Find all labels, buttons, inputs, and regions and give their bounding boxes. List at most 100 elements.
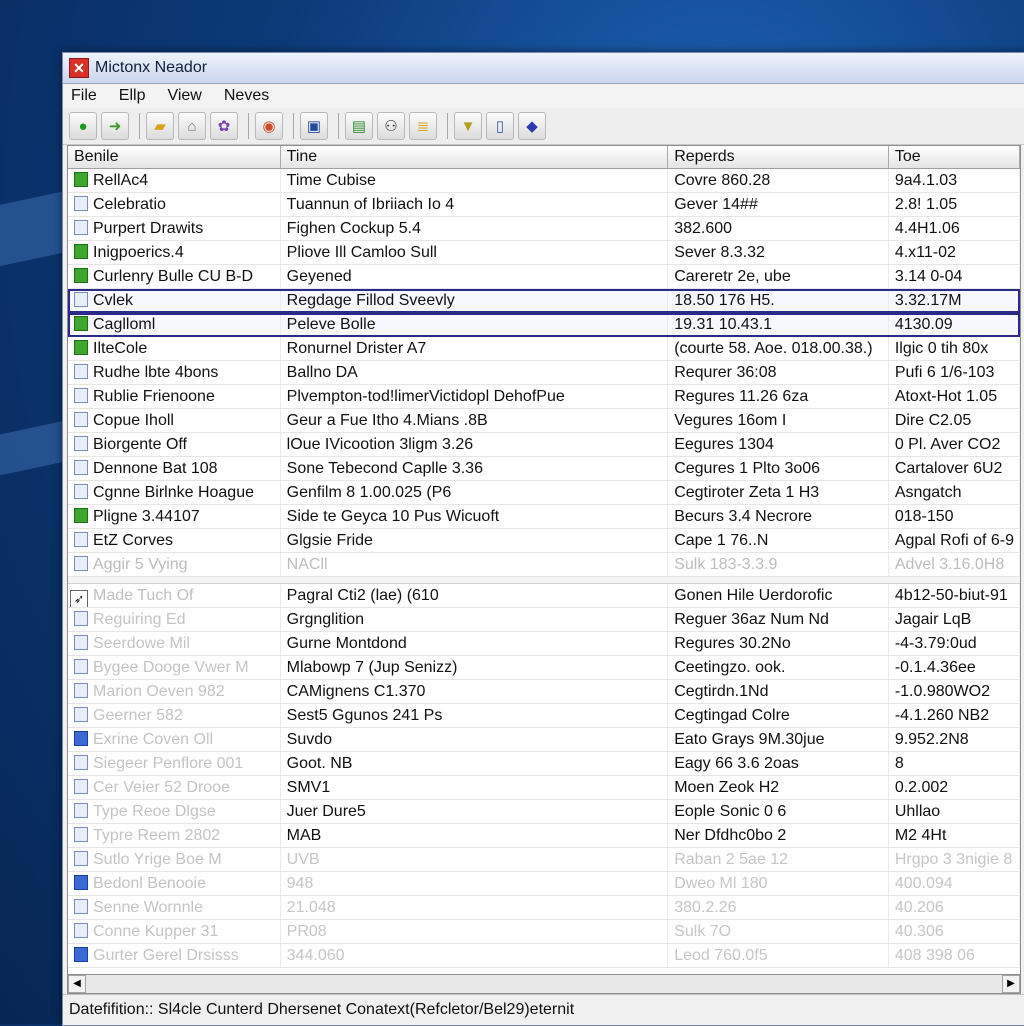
table-row[interactable]: Inigpoerics.4 Pliove Ill Camloo Sull Sever… xyxy=(68,241,1020,265)
app-logo-icon: ✕ xyxy=(69,58,89,78)
table-row[interactable]: Type Reoe Dlgse Juer Dure5 Eople Sonic 0 6… xyxy=(68,800,1020,824)
table-row[interactable]: Siegeer Penflore 001 Goot. NB Eagy 66 3.6 … xyxy=(68,752,1020,776)
section-header-row[interactable]: ➶ Made Tuch Of Pagral Cti2 (lae) (610 Gon… xyxy=(68,584,1020,608)
cell-records: Cegtiroter Zeta 1 H3 xyxy=(668,481,889,504)
cell-name-text: Aggir 5 Vying xyxy=(93,556,188,573)
cell-name: Type Reoe Dlgse xyxy=(68,800,281,823)
file-icon xyxy=(74,292,88,307)
column-header-row: Benile Tine Reperds Toe xyxy=(68,146,1020,169)
cell-records: Regures 11.26 6za xyxy=(668,385,889,408)
cell-type: 2.8! 1.05 xyxy=(889,193,1020,216)
browser-icon[interactable]: ◉ xyxy=(255,112,283,140)
document-icon[interactable]: ▯ xyxy=(486,112,514,140)
pin-icon[interactable]: ➶ xyxy=(70,590,88,607)
table-row[interactable]: Reguiring Ed Grgnglition Reguer 36az Num N… xyxy=(68,608,1020,632)
scroll-right-icon[interactable]: ▶ xyxy=(1002,975,1020,993)
table-row[interactable]: Caglloml Peleve Bolle 19.31 10.43.1 4130.09 xyxy=(68,313,1020,337)
cell-time: Regdage Fillod Sveevly xyxy=(281,289,669,312)
home-icon[interactable]: ⌂ xyxy=(178,112,206,140)
cell-time: Mlabowp 7 (Jup Senizz) xyxy=(281,656,669,679)
cell-name-text: Reguiring Ed xyxy=(93,611,186,628)
column-header-time[interactable]: Tine xyxy=(281,146,669,168)
table-row[interactable]: Cvlek Regdage Fillod Sveevly 18.50 176 H5.… xyxy=(68,289,1020,313)
cell-time: Grgnglition xyxy=(281,608,669,631)
cell-name: Senne Wornnle xyxy=(68,896,281,919)
file-icon xyxy=(74,635,88,650)
column-header-type[interactable]: Toe xyxy=(889,146,1020,168)
cell-records: Cegures 1 Plto 3o06 xyxy=(668,457,889,480)
table-row[interactable]: Bedonl Benooie 948 Dweo Ml 180 400.094 xyxy=(68,872,1020,896)
bookmark-icon[interactable]: ◆ xyxy=(518,112,546,140)
table-row[interactable]: Senne Wornnle 21.048 380.2.26 40.206 xyxy=(68,896,1020,920)
file-list[interactable]: Benile Tine Reperds Toe RellAc4 Time Cubi… xyxy=(67,145,1021,975)
table-row[interactable]: Sutlo Yrige Boe M UVB Raban 2 5ae 12 Hrgpo … xyxy=(68,848,1020,872)
table-row[interactable]: Typre Reem 2802 MAB Ner Dfdhc0bo 2 M2 4Ht xyxy=(68,824,1020,848)
cell-name-text: Gurter Gerel Drsisss xyxy=(93,947,239,964)
toolbar: ● ➜ ▰ ⌂ ✿ ◉ ▣ ▤ ⚇ ≣ ▼ ▯ ◆ xyxy=(63,108,1024,145)
filter-icon[interactable]: ▼ xyxy=(454,112,482,140)
go-icon[interactable]: ● xyxy=(69,112,97,140)
cell-type: 40.306 xyxy=(889,920,1020,943)
table-row[interactable]: Aggir 5 Vying NACll Sulk 183-3.3.9 Advel 3.… xyxy=(68,553,1020,577)
column-header-name[interactable]: Benile xyxy=(68,146,281,168)
cell-name: IlteCole xyxy=(68,337,281,360)
table-row[interactable]: Marion Oeven 982 CAMignens C1.370 Cegtirdn… xyxy=(68,680,1020,704)
table-row[interactable]: Biorgente Off lOue IVicootion 3ligm 3.26 E… xyxy=(68,433,1020,457)
table-row[interactable]: Gurter Gerel Drsisss 344.060 Leod 760.0f5 4… xyxy=(68,944,1020,968)
table-row[interactable]: Bygee Dooge Vwer M Mlabowp 7 (Jup Senizz)… xyxy=(68,656,1020,680)
table-row[interactable]: IlteCole Ronurnel Drister A7 (courte 58. A… xyxy=(68,337,1020,361)
menu-news[interactable]: Neves xyxy=(224,87,269,105)
table-row[interactable]: Dennone Bat 108 Sone Tebecond Caplle 3.36… xyxy=(68,457,1020,481)
cell-type: 8 xyxy=(889,752,1020,775)
file-icon xyxy=(74,220,88,235)
title-bar[interactable]: ✕ Mictonx Neador xyxy=(63,53,1024,84)
cell-time: Pliove Ill Camloo Sull xyxy=(281,241,669,264)
horizontal-scrollbar[interactable]: ◀ ▶ xyxy=(67,975,1021,994)
table-row[interactable]: Rudhe lbte 4bons Ballno DA Requrer 36:08 Pu… xyxy=(68,361,1020,385)
cell-records: (courte 58. Aoe. 018.00.38.) xyxy=(668,337,889,360)
table-row[interactable]: Celebratio Tuannun of Ibriiach Io 4 Gever … xyxy=(68,193,1020,217)
folder-icon[interactable]: ▰ xyxy=(146,112,174,140)
forward-icon[interactable]: ➜ xyxy=(101,112,129,140)
scroll-left-icon[interactable]: ◀ xyxy=(68,975,86,993)
user-icon[interactable]: ⚇ xyxy=(377,112,405,140)
cell-time: Time Cubise xyxy=(281,169,669,192)
cell-name: Rublie Frienoone xyxy=(68,385,281,408)
image-icon[interactable]: ▤ xyxy=(345,112,373,140)
table-row[interactable]: Seerdowe Mil Gurne Montdond Regures 30.2No… xyxy=(68,632,1020,656)
table-row[interactable]: RellAc4 Time Cubise Covre 860.28 9a4.1.03 xyxy=(68,169,1020,193)
table-row[interactable]: Rublie Frienoone Plvempton-tod!limerVicti… xyxy=(68,385,1020,409)
cell-name: Conne Kupper 31 xyxy=(68,920,281,943)
notes-icon[interactable]: ≣ xyxy=(409,112,437,140)
cell-records: Reguer 36az Num Nd xyxy=(668,608,889,631)
menu-help[interactable]: Ellp xyxy=(119,87,146,105)
cell-name: Aggir 5 Vying xyxy=(68,553,281,576)
cell-records: Requrer 36:08 xyxy=(668,361,889,384)
cell-type: Ilgic 0 tih 80x xyxy=(889,337,1020,360)
cell-time: CAMignens C1.370 xyxy=(281,680,669,703)
table-row[interactable]: Cer Veier 52 Drooe SMV1 Moen Zeok H2 0.2.00… xyxy=(68,776,1020,800)
table-row[interactable]: Exrine Coven Oll Suvdo Eato Grays 9M.30jue… xyxy=(68,728,1020,752)
table-row[interactable]: Curlenry Bulle CU B-D Geyened Careretr 2e,… xyxy=(68,265,1020,289)
table-row[interactable]: Conne Kupper 31 PR08 Sulk 7O 40.306 xyxy=(68,920,1020,944)
menu-view[interactable]: View xyxy=(167,87,201,105)
cell-time: Geyened xyxy=(281,265,669,288)
settings-icon[interactable]: ✿ xyxy=(210,112,238,140)
table-row[interactable]: Geerner 582 Sest5 Ggunos 241 Ps Cegtingad … xyxy=(68,704,1020,728)
cell-name-text: Marion Oeven 982 xyxy=(93,683,225,700)
cell-time: Tuannun of Ibriiach Io 4 xyxy=(281,193,669,216)
cell-name: Reguiring Ed xyxy=(68,608,281,631)
table-row[interactable]: Copue Iholl Geur a Fue Itho 4.Mians .8B Ve… xyxy=(68,409,1020,433)
cell-records: Sulk 7O xyxy=(668,920,889,943)
menu-file[interactable]: File xyxy=(71,87,97,105)
file-icon xyxy=(74,659,88,674)
monitor-icon[interactable]: ▣ xyxy=(300,112,328,140)
cell-time: Peleve Bolle xyxy=(281,313,669,336)
table-row[interactable]: EtZ Corves Glgsie Fride Cape 1 76..N Agpal … xyxy=(68,529,1020,553)
table-row[interactable]: Cgnne Birlnke Hoague Genfilm 8 1.00.025 (… xyxy=(68,481,1020,505)
table-row[interactable]: Pligne 3.44107 Side te Geyca 10 Pus Wicuo… xyxy=(68,505,1020,529)
table-row[interactable]: Purpert Drawits Fighen Cockup 5.4 382.600 4… xyxy=(68,217,1020,241)
cell-name-text: Siegeer Penflore 001 xyxy=(93,755,244,772)
toolbar-separator xyxy=(139,113,140,139)
column-header-records[interactable]: Reperds xyxy=(668,146,889,168)
